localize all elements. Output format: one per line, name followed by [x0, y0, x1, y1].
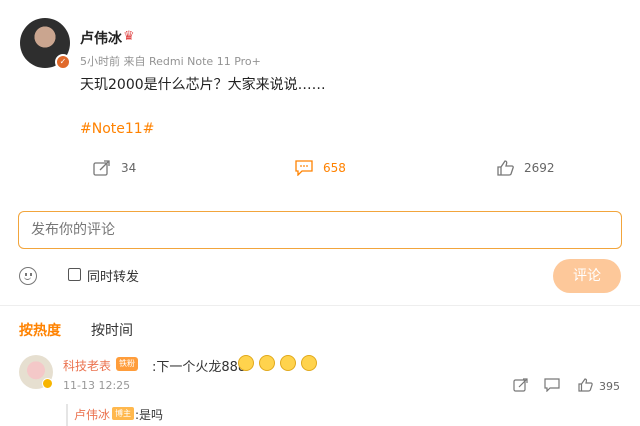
forward-icon[interactable] [513, 378, 529, 392]
forward-button[interactable]: 34 [93, 160, 136, 176]
submit-comment-button[interactable]: 评论 [553, 259, 621, 293]
comment-like-count: 395 [599, 380, 620, 393]
forward-checkbox[interactable] [68, 268, 81, 281]
crown-icon: ♛ [123, 29, 135, 44]
forward-checkbox-label[interactable]: 同时转发 [87, 266, 139, 285]
sort-by-hot-tab[interactable]: 按热度 [19, 320, 61, 340]
divider [0, 305, 640, 306]
like-count: 2692 [524, 161, 555, 175]
commenter-name[interactable]: 科技老表 [63, 357, 111, 374]
post-content: 天玑2000是什么芯片？大家来说说…… [80, 77, 326, 93]
comment-text: :下一个火龙888 [152, 360, 247, 375]
smile-emoji-icon [238, 355, 254, 371]
reply-thread-line [66, 404, 68, 426]
author-name[interactable]: 卢伟冰 [80, 28, 122, 48]
reply-author-name[interactable]: 卢伟冰 [74, 406, 110, 423]
doge-emoji-icon [301, 355, 317, 371]
sort-by-time-tab[interactable]: 按时间 [91, 320, 133, 340]
forward-icon [93, 160, 110, 176]
like-icon[interactable] [578, 378, 593, 392]
like-button[interactable]: 2692 [497, 160, 555, 176]
comment-icon [295, 160, 313, 176]
post-meta: 5小时前 来自 Redmi Note 11 Pro+ [80, 55, 261, 68]
comment-time: 11-13 12:25 [63, 379, 131, 392]
comment-button[interactable]: 658 [295, 160, 346, 176]
hashtag-link[interactable]: #Note11# [80, 121, 154, 137]
reply-text: :是吗 [135, 408, 164, 422]
forward-count: 34 [121, 161, 137, 175]
doge-emoji-icon [280, 355, 296, 371]
doge-emoji-icon [259, 355, 275, 371]
fan-badge: 铁粉 [116, 357, 138, 371]
verified-badge-icon: ✓ [55, 54, 71, 70]
comment-input[interactable]: 发布你的评论 [18, 211, 622, 249]
comment-icon[interactable] [544, 378, 560, 392]
verified-badge-icon [42, 378, 53, 389]
like-icon [497, 160, 514, 176]
blogger-badge: 博主 [112, 407, 134, 420]
emoji-icon[interactable] [19, 267, 37, 285]
comment-count: 658 [323, 161, 346, 175]
